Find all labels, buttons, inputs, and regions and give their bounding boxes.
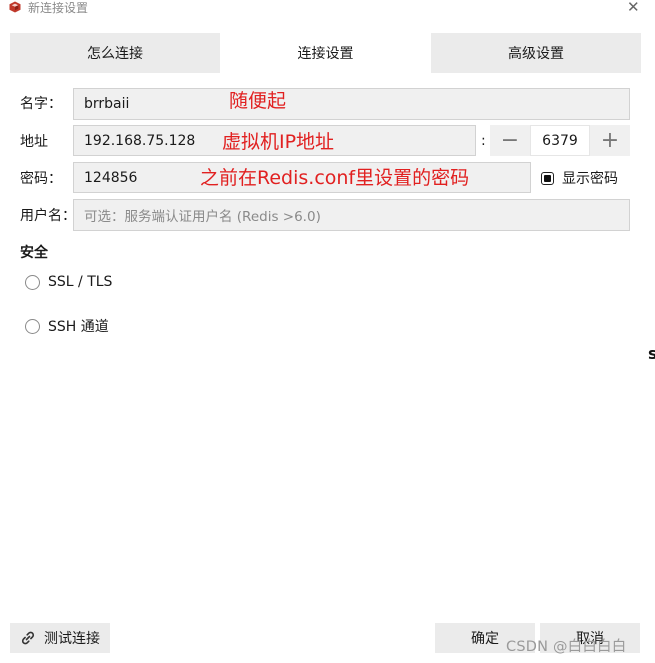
- close-icon[interactable]: ✕: [627, 0, 640, 16]
- name-input[interactable]: brrbaii: [73, 88, 630, 120]
- show-password-label: 显示密码: [562, 171, 618, 187]
- tab-advanced-settings[interactable]: 高级设置: [431, 33, 641, 73]
- tab-how-to-connect[interactable]: 怎么连接: [10, 33, 220, 73]
- port-increment-button[interactable]: +: [590, 125, 630, 156]
- ssh-tunnel-option[interactable]: SSH 通道: [25, 316, 109, 336]
- annotation-name: 随便起: [229, 90, 287, 112]
- ssh-tunnel-label: SSH 通道: [48, 319, 109, 335]
- address-label: 地址: [20, 134, 48, 150]
- security-heading: 安全: [20, 245, 48, 261]
- radio-icon[interactable]: [25, 318, 40, 334]
- username-input[interactable]: 可选：服务端认证用户名 (Redis >6.0): [73, 199, 630, 231]
- port-separator: :: [481, 133, 486, 149]
- show-password-checkbox[interactable]: 显示密码: [541, 168, 618, 188]
- edge-glyph: s: [648, 344, 655, 363]
- radio-icon[interactable]: [25, 274, 40, 290]
- username-label: 用户名：: [20, 208, 76, 224]
- title-bar: 新连接设置 ✕: [0, 0, 655, 18]
- password-label: 密码：: [20, 171, 62, 187]
- ssl-tls-label: SSL / TLS: [48, 274, 113, 290]
- app-icon: [9, 1, 21, 13]
- window-title: 新连接设置: [28, 1, 89, 15]
- link-icon: [21, 631, 35, 645]
- test-connection-label: 测试连接: [44, 631, 100, 647]
- name-label: 名字：: [20, 96, 62, 112]
- test-connection-button[interactable]: 测试连接: [10, 623, 110, 653]
- port-decrement-button[interactable]: −: [490, 125, 530, 156]
- ssl-tls-option[interactable]: SSL / TLS: [25, 274, 112, 290]
- port-input[interactable]: 6379: [530, 125, 590, 156]
- checkbox-checked-icon[interactable]: [541, 171, 554, 185]
- tab-connection-settings[interactable]: 连接设置: [220, 33, 431, 73]
- annotation-password: 之前在Redis.conf里设置的密码: [200, 167, 470, 189]
- annotation-address: 虚拟机IP地址: [222, 131, 335, 153]
- csdn-watermark: CSDN @白白白白: [506, 639, 627, 655]
